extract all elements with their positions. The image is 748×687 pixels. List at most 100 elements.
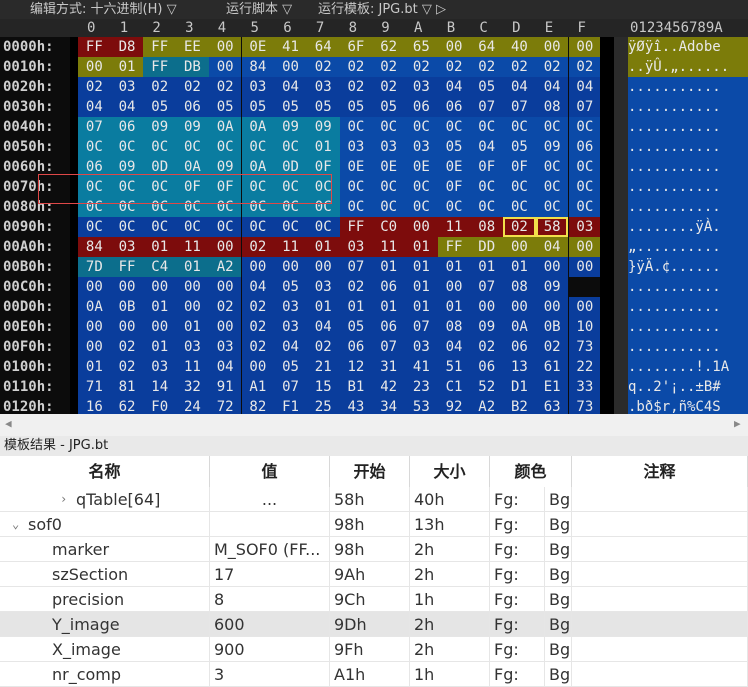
hex-byte[interactable]: 0C [208,217,242,237]
table-row[interactable]: qTable[64]›...58h40hFg:Bg: [0,487,748,512]
hex-row[interactable]: 00A0h: 84 03 01 11 00 02 11 01 03 11 01 FF DD 00 04 00 „.… [0,237,748,257]
hex-byte[interactable]: 0C [437,117,471,137]
hex-byte[interactable]: 06 [437,97,471,117]
hex-byte[interactable]: A2 [208,257,242,277]
hex-byte[interactable]: 0A [176,157,209,177]
hex-row[interactable]: 0020h: 02 03 02 02 02 03 04 03 02 02 03 04 05 04 04 04..… [0,77,748,97]
hex-byte[interactable]: 03 [306,77,340,97]
hex-byte[interactable]: FF [437,237,471,257]
hex-byte[interactable]: 34 [372,397,405,414]
hex-byte[interactable]: 58 [535,217,569,237]
hex-byte[interactable]: 04 [437,77,471,97]
hex-byte[interactable]: 21 [306,357,340,377]
hex-byte[interactable]: 0F [503,157,536,177]
hex-byte[interactable]: 0A [78,297,111,317]
hex-byte[interactable]: 0C [568,177,602,197]
hex-byte[interactable]: 11 [176,357,209,377]
hex-byte[interactable]: 0C [470,177,504,197]
ascii-text[interactable]: q..2'¡..±B# [628,377,748,397]
hex-byte[interactable]: 92 [437,397,471,414]
hex-byte[interactable]: 02 [437,57,471,77]
column-header-comment[interactable]: 注释 [572,456,748,487]
hex-byte[interactable]: 01 [405,237,438,257]
hex-byte[interactable]: 03 [241,77,275,97]
hex-byte[interactable]: 02 [176,77,209,97]
hex-byte[interactable]: 13 [503,357,536,377]
hex-byte[interactable]: 32 [176,377,209,397]
hex-byte[interactable]: 02 [503,57,536,77]
hex-byte[interactable]: 00 [274,257,307,277]
hex-byte[interactable]: 0C [405,117,438,137]
hex-byte[interactable]: 0C [176,137,209,157]
hex-byte[interactable]: 01 [405,257,438,277]
scroll-right-icon[interactable]: ▶ [734,417,741,430]
hex-byte[interactable]: 0C [405,177,438,197]
hex-byte[interactable]: 24 [176,397,209,414]
hex-byte[interactable]: 00 [535,257,569,277]
run-template-menu[interactable]: 运行模板: JPG.bt ▽ ▷ [318,0,446,19]
hex-byte[interactable]: C1 [437,377,471,397]
hex-byte[interactable]: 06 [110,117,144,137]
hex-byte[interactable]: DB [176,57,209,77]
hex-byte[interactable]: 15 [306,377,340,397]
hex-byte[interactable]: 0F [306,157,340,177]
hex-byte[interactable]: 52 [470,377,504,397]
hex-byte[interactable]: 01 [503,257,536,277]
hex-byte[interactable]: 0C [535,177,569,197]
hex-byte[interactable]: FF [110,257,144,277]
hex-byte[interactable]: 0C [110,217,144,237]
hex-byte[interactable]: 63 [535,397,569,414]
hex-byte[interactable]: B1 [339,377,373,397]
hex-byte[interactable]: 0F [437,177,471,197]
ascii-text[interactable]: ........... [628,277,748,297]
hex-byte[interactable]: 02 [241,337,275,357]
hex-byte[interactable]: 0C [274,137,307,157]
hex-byte[interactable]: 06 [470,357,504,377]
hex-byte[interactable]: 02 [306,337,340,357]
hex-byte[interactable]: 01 [176,257,209,277]
hex-byte[interactable]: 02 [306,57,340,77]
hex-byte[interactable]: 0A [208,117,242,137]
hex-byte[interactable]: 05 [306,97,340,117]
hex-byte[interactable]: 05 [143,97,177,117]
hex-byte[interactable]: 40 [503,37,536,57]
hex-byte[interactable]: 0C [78,137,111,157]
hex-byte[interactable]: 06 [339,337,373,357]
scroll-left-icon[interactable]: ◀ [5,417,12,430]
hex-byte[interactable]: 04 [274,337,307,357]
hex-byte[interactable]: 00 [437,37,471,57]
hex-byte[interactable]: 00 [535,37,569,57]
hex-byte[interactable]: 09 [143,117,177,137]
hex-byte[interactable]: FF [143,37,177,57]
hex-byte[interactable]: 51 [437,357,471,377]
hex-byte[interactable]: 02 [241,317,275,337]
hex-byte[interactable]: 00 [568,37,602,57]
hex-byte[interactable]: 04 [306,317,340,337]
hex-byte[interactable]: 03 [339,237,373,257]
hex-byte[interactable]: 33 [568,377,602,397]
hex-byte[interactable]: 0C [274,177,307,197]
hex-byte[interactable]: 00 [110,277,144,297]
hex-byte[interactable]: 09 [208,157,242,177]
hex-byte[interactable]: 06 [78,157,111,177]
hex-byte[interactable]: 71 [78,377,111,397]
hex-byte[interactable]: 05 [274,97,307,117]
hex-byte[interactable]: 02 [568,57,602,77]
hex-byte[interactable]: 02 [241,237,275,257]
hex-byte[interactable]: 0C [535,157,569,177]
hex-byte[interactable]: 01 [405,277,438,297]
hex-row[interactable]: 0100h: 01 02 03 11 04 00 05 21 12 31 41 51 06 13 61 22..… [0,357,748,377]
hex-byte[interactable]: 02 [241,297,275,317]
hex-byte[interactable]: 0C [110,177,144,197]
hex-byte[interactable]: D8 [110,37,144,57]
hex-byte[interactable]: 25 [306,397,340,414]
hex-byte[interactable]: 04 [503,77,536,97]
hex-byte[interactable]: 05 [339,317,373,337]
hex-byte[interactable]: 03 [568,217,602,237]
hex-byte[interactable]: 84 [241,57,275,77]
ascii-text[interactable]: ÿØÿî..Adobe [628,37,748,57]
hex-byte[interactable]: 00 [110,317,144,337]
hex-byte[interactable]: 0E [405,157,438,177]
hex-byte[interactable]: 0C [339,177,373,197]
hex-byte[interactable]: 06 [372,317,405,337]
